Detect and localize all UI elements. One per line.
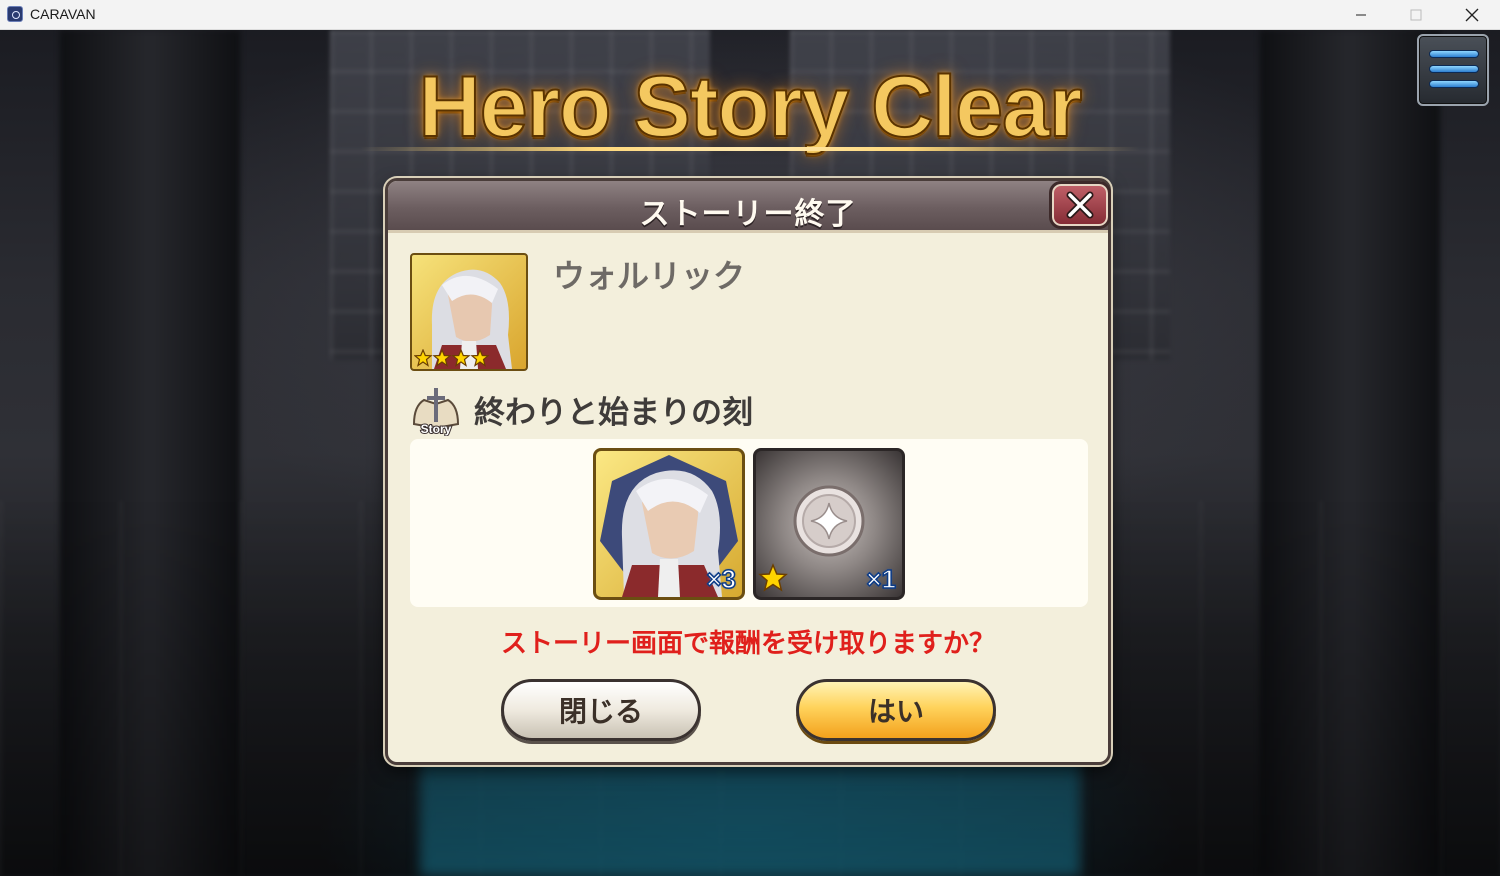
close-icon <box>1066 191 1094 219</box>
window-title: CARAVAN <box>30 6 96 22</box>
close-icon <box>1465 8 1479 22</box>
window-titlebar: CARAVAN <box>0 0 1500 30</box>
reward-item-hero[interactable]: ×3 <box>593 448 745 600</box>
dialog-header: ストーリー終了 <box>388 181 1108 233</box>
story-book-icon: Story <box>412 388 460 436</box>
hero-name: ウォルリック <box>553 257 746 295</box>
star-rating-icon <box>758 563 788 592</box>
reward-quantity: ×1 <box>866 563 897 595</box>
maximize-icon <box>1410 9 1422 21</box>
hamburger-menu-button[interactable] <box>1417 34 1489 106</box>
receive-reward-prompt: ストーリー画面で報酬を受け取りますか？ <box>500 629 995 659</box>
dialog-title: ストーリー終了 <box>639 197 857 232</box>
hamburger-menu-icon <box>1429 50 1479 58</box>
game-canvas: Hero Story Clear ストーリー終了 ウォルリック Story 終わ… <box>0 30 1500 876</box>
maximize-button[interactable] <box>1393 0 1439 30</box>
story-icon-label: Story <box>421 422 452 436</box>
reward-quantity: ×3 <box>706 563 737 595</box>
hero-portrait <box>410 253 528 371</box>
reward-item-medal[interactable]: ×1 <box>753 448 905 600</box>
yes-button[interactable]: はい <box>796 679 996 741</box>
story-complete-dialog: ストーリー終了 ウォルリック Story 終わりと始まりの刻 ×3 ×1 ストー… <box>385 178 1111 765</box>
hamburger-menu-icon <box>1429 65 1479 73</box>
hero-story-clear-banner: Hero Story Clear <box>418 58 1084 156</box>
star-rating-icon <box>414 349 490 367</box>
close-button[interactable]: 閉じる <box>501 679 701 741</box>
reward-panel: ×3 ×1 <box>410 439 1088 607</box>
close-window-button[interactable] <box>1449 0 1495 30</box>
app-icon <box>7 6 23 22</box>
dialog-close-button[interactable] <box>1049 181 1111 229</box>
minimize-button[interactable] <box>1338 0 1384 30</box>
story-name: 終わりと始まりの刻 <box>474 395 753 431</box>
minimize-icon <box>1356 14 1366 16</box>
hamburger-menu-icon <box>1429 80 1479 88</box>
banner-underline <box>360 147 1140 151</box>
